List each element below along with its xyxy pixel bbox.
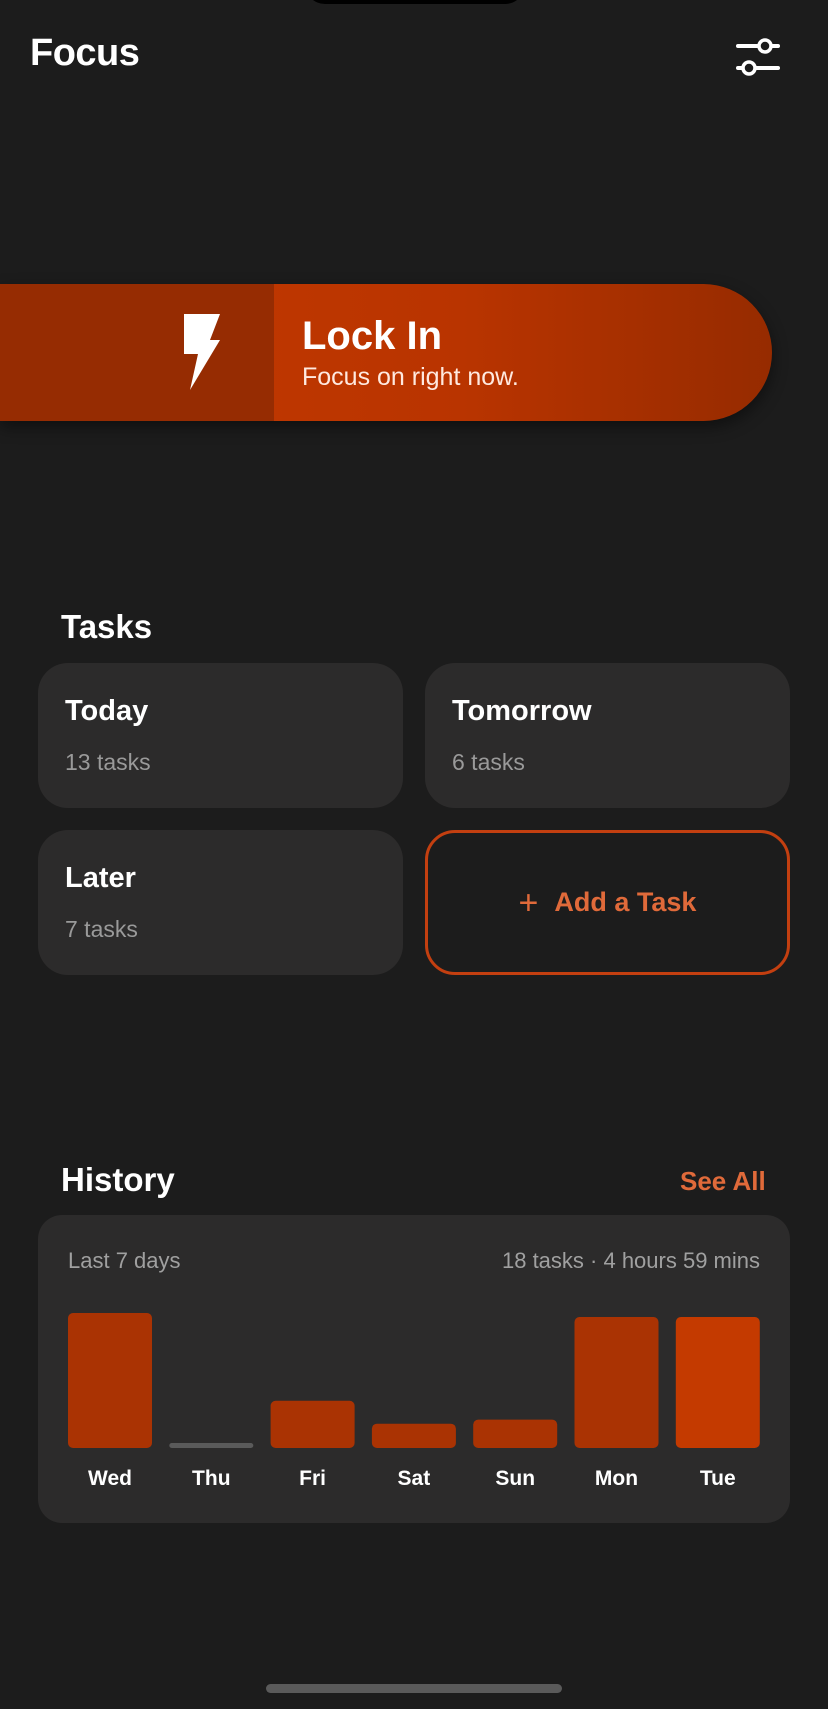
history-bar-chart: Wed Thu Fri Sat Sun Mon Tue (68, 1313, 760, 1490)
lightning-bolt-icon (184, 314, 220, 390)
see-all-link[interactable]: See All (680, 1166, 766, 1197)
lock-in-icon-panel (0, 284, 274, 421)
task-card-label: Today (65, 695, 149, 727)
lock-in-title: Lock In (302, 314, 443, 358)
chart-bar-tue (675, 1317, 760, 1448)
task-card-later[interactable]: Later 7 tasks (38, 830, 403, 975)
add-task-label: Add a Task (554, 887, 697, 917)
task-card-count: 7 tasks (65, 916, 138, 942)
chart-bar-wed (68, 1313, 152, 1448)
task-card-tomorrow[interactable]: Tomorrow 6 tasks (425, 663, 790, 808)
task-card-count: 13 tasks (65, 749, 151, 775)
settings-button[interactable] (734, 36, 782, 80)
chart-day-label: Thu (192, 1467, 230, 1490)
chart-day-label: Sat (398, 1467, 431, 1490)
page-title: Focus (30, 32, 140, 74)
home-indicator (266, 1684, 562, 1693)
task-card-today[interactable]: Today 13 tasks (38, 663, 403, 808)
chart-day-label: Fri (299, 1467, 326, 1490)
task-card-label: Tomorrow (452, 695, 592, 727)
chart-day-label: Wed (88, 1467, 132, 1490)
task-card-count: 6 tasks (452, 749, 525, 775)
history-card: Last 7 days 18 tasks · 4 hours 59 mins W… (38, 1215, 790, 1523)
add-task-button[interactable]: + Add a Task (425, 830, 790, 975)
device-notch (305, 0, 525, 4)
chart-bar-thu (169, 1443, 254, 1448)
lock-in-subtitle: Focus on right now. (302, 363, 519, 391)
sliders-icon (736, 38, 780, 76)
history-section-title: History (61, 1161, 175, 1198)
chart-day-label: Tue (700, 1467, 736, 1490)
tasks-section-title: Tasks (61, 608, 153, 645)
chart-day-label: Mon (595, 1467, 638, 1490)
task-card-label: Later (65, 862, 136, 894)
chart-bar-fri (270, 1400, 355, 1448)
chart-bar-mon (574, 1317, 659, 1448)
chart-bar-sat (371, 1423, 456, 1448)
chart-day-label: Sun (495, 1467, 535, 1490)
chart-bar-sun (473, 1419, 558, 1448)
plus-icon: + (518, 883, 539, 922)
